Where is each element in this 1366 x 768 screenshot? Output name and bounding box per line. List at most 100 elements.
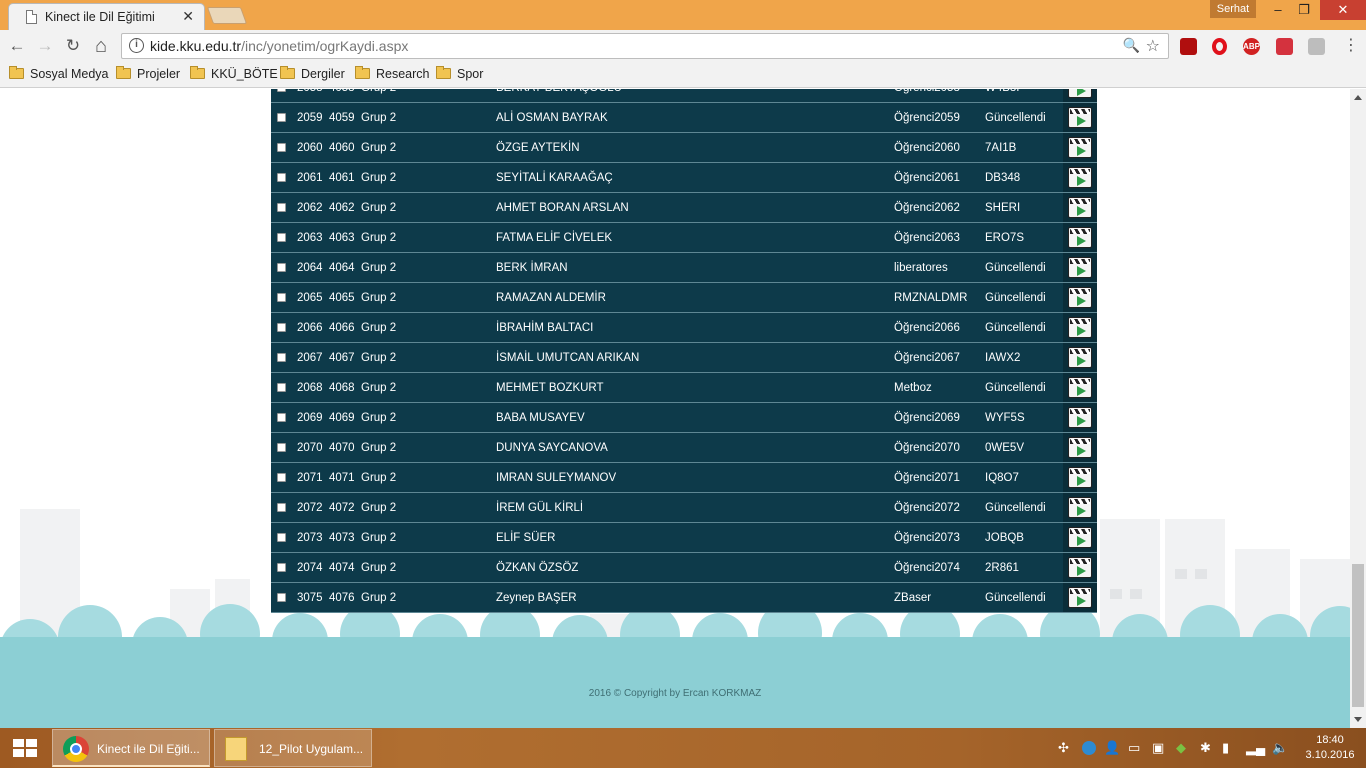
- scroll-up-icon[interactable]: [1354, 95, 1362, 100]
- row-checkbox[interactable]: [277, 263, 286, 272]
- row-checkbox[interactable]: [277, 113, 286, 122]
- tray-dropbox-icon[interactable]: ✣: [1058, 740, 1069, 756]
- pdf-icon[interactable]: [1180, 38, 1197, 55]
- row-checkbox[interactable]: [277, 473, 286, 482]
- video-clapper-icon[interactable]: [1068, 287, 1092, 308]
- tray-user-icon[interactable]: 👤: [1104, 740, 1120, 756]
- restore-button[interactable]: ❐: [1290, 0, 1318, 20]
- reload-icon[interactable]: ↻: [62, 35, 84, 57]
- tray-battery-icon[interactable]: ▮: [1222, 740, 1229, 756]
- profile-button[interactable]: Serhat: [1210, 0, 1256, 18]
- home-icon[interactable]: ⌂: [90, 35, 112, 57]
- puzzle-icon[interactable]: [1308, 38, 1325, 55]
- row-checkbox[interactable]: [277, 143, 286, 152]
- row-checkbox[interactable]: [277, 89, 286, 92]
- video-clapper-icon[interactable]: [1068, 587, 1092, 608]
- cell-name: SEYİTALİ KARAAĞAÇ: [496, 172, 613, 184]
- cell-password: 7AI1B: [985, 142, 1017, 154]
- cell-username: Öğrenci2073: [894, 532, 960, 544]
- video-clapper-icon[interactable]: [1068, 167, 1092, 188]
- video-clapper-icon[interactable]: [1068, 257, 1092, 278]
- video-clapper-icon[interactable]: [1068, 557, 1092, 578]
- taskbar-item-label: Kinect ile Dil Eğiti...: [97, 742, 200, 756]
- row-checkbox[interactable]: [277, 383, 286, 392]
- bookmark-research[interactable]: Research: [355, 66, 430, 81]
- bookmark-kku-bote[interactable]: KKÜ_BÖTE: [190, 66, 278, 81]
- video-clapper-icon[interactable]: [1068, 527, 1092, 548]
- scroll-thumb[interactable]: [1352, 564, 1364, 707]
- video-clapper-icon[interactable]: [1068, 467, 1092, 488]
- zoom-icon[interactable]: 🔍: [1123, 37, 1140, 54]
- info-icon[interactable]: i: [129, 38, 144, 53]
- menu-icon[interactable]: ⋮: [1340, 35, 1362, 57]
- tab-kinect[interactable]: Kinect ile Dil Eğitimi ✕: [8, 3, 205, 30]
- bookmark-star-icon[interactable]: ☆: [1146, 36, 1160, 56]
- tray-bluetooth-icon[interactable]: ✱: [1200, 740, 1211, 756]
- tray-nvidia-icon[interactable]: ◆: [1176, 740, 1186, 756]
- folder-icon: [116, 66, 131, 79]
- adblock-plus-icon[interactable]: ABP: [1243, 38, 1260, 55]
- cell-group: Grup 2: [361, 532, 397, 544]
- cell-group: Grup 2: [361, 262, 397, 274]
- video-clapper-icon[interactable]: [1068, 197, 1092, 218]
- video-clapper-icon[interactable]: [1068, 407, 1092, 428]
- tray-skype-icon[interactable]: [1082, 741, 1096, 755]
- action-cell: [1063, 89, 1097, 102]
- row-checkbox[interactable]: [277, 233, 286, 242]
- row-checkbox[interactable]: [277, 173, 286, 182]
- taskbar-item-folder[interactable]: 12_Pilot Uygulam...: [214, 729, 372, 767]
- row-checkbox[interactable]: [277, 503, 286, 512]
- bookmark-sosyal-medya[interactable]: Sosyal Medya: [9, 66, 109, 81]
- cell-id: 2061: [297, 172, 323, 184]
- tray-volume-icon[interactable]: 🔈: [1272, 740, 1288, 756]
- tab-close-icon[interactable]: ✕: [182, 8, 194, 25]
- taskbar-item-chrome[interactable]: Kinect ile Dil Eğiti...: [52, 729, 210, 767]
- new-tab-button[interactable]: [206, 7, 248, 24]
- video-clapper-icon[interactable]: [1068, 347, 1092, 368]
- clock-date: 3.10.2016: [1305, 749, 1355, 761]
- cell-number: 4064: [329, 262, 355, 274]
- row-checkbox[interactable]: [277, 563, 286, 572]
- forward-icon[interactable]: →: [34, 35, 56, 57]
- cell-id: 2064: [297, 262, 323, 274]
- row-checkbox[interactable]: [277, 353, 286, 362]
- opera-icon[interactable]: [1212, 38, 1227, 55]
- video-clapper-icon[interactable]: [1068, 377, 1092, 398]
- video-clapper-icon[interactable]: [1068, 317, 1092, 338]
- video-clapper-icon[interactable]: [1068, 137, 1092, 158]
- url-text[interactable]: kide.kku.edu.tr/inc/yonetim/ogrKaydi.asp…: [150, 38, 408, 54]
- table-row: 2064 4064 Grup 2 BERK İMRAN liberatores Günce…: [271, 253, 1097, 283]
- page-scrollbar[interactable]: [1350, 89, 1366, 728]
- video-clapper-icon[interactable]: [1068, 89, 1092, 98]
- tray-app-icon[interactable]: ▣: [1152, 740, 1164, 756]
- window-close-button[interactable]: ✕: [1320, 0, 1366, 20]
- row-checkbox[interactable]: [277, 443, 286, 452]
- address-bar[interactable]: i kide.kku.edu.tr/inc/yonetim/ogrKaydi.a…: [121, 33, 1169, 59]
- video-clapper-icon[interactable]: [1068, 437, 1092, 458]
- row-checkbox[interactable]: [277, 293, 286, 302]
- row-checkbox[interactable]: [277, 533, 286, 542]
- bookmark-projeler[interactable]: Projeler: [116, 66, 180, 81]
- cell-username: ZBaser: [894, 592, 932, 604]
- bookmark-spor[interactable]: Spor: [436, 66, 483, 81]
- row-checkbox[interactable]: [277, 593, 286, 602]
- video-clapper-icon[interactable]: [1068, 227, 1092, 248]
- video-icon[interactable]: [1276, 38, 1293, 55]
- row-checkbox[interactable]: [277, 413, 286, 422]
- cell-password: Güncellendi: [985, 262, 1046, 274]
- taskbar-clock[interactable]: 18:40 3.10.2016: [1296, 733, 1364, 763]
- video-clapper-icon[interactable]: [1068, 107, 1092, 128]
- minimize-button[interactable]: –: [1264, 0, 1292, 20]
- row-checkbox[interactable]: [277, 203, 286, 212]
- back-icon[interactable]: ←: [6, 35, 28, 57]
- tray-monitor-icon[interactable]: ▭: [1128, 740, 1140, 756]
- bookmark-dergiler[interactable]: Dergiler: [280, 66, 345, 81]
- video-clapper-icon[interactable]: [1068, 497, 1092, 518]
- table-row: 2068 4068 Grup 2 MEHMET BOZKURT Metboz Güncel…: [271, 373, 1097, 403]
- tray-network-icon[interactable]: ▂▄: [1246, 740, 1265, 756]
- row-checkbox[interactable]: [277, 323, 286, 332]
- start-button[interactable]: [0, 728, 50, 768]
- scroll-down-icon[interactable]: [1354, 717, 1362, 722]
- cell-password: JOBQB: [985, 532, 1024, 544]
- cell-name: ÖZGE AYTEKİN: [496, 142, 580, 154]
